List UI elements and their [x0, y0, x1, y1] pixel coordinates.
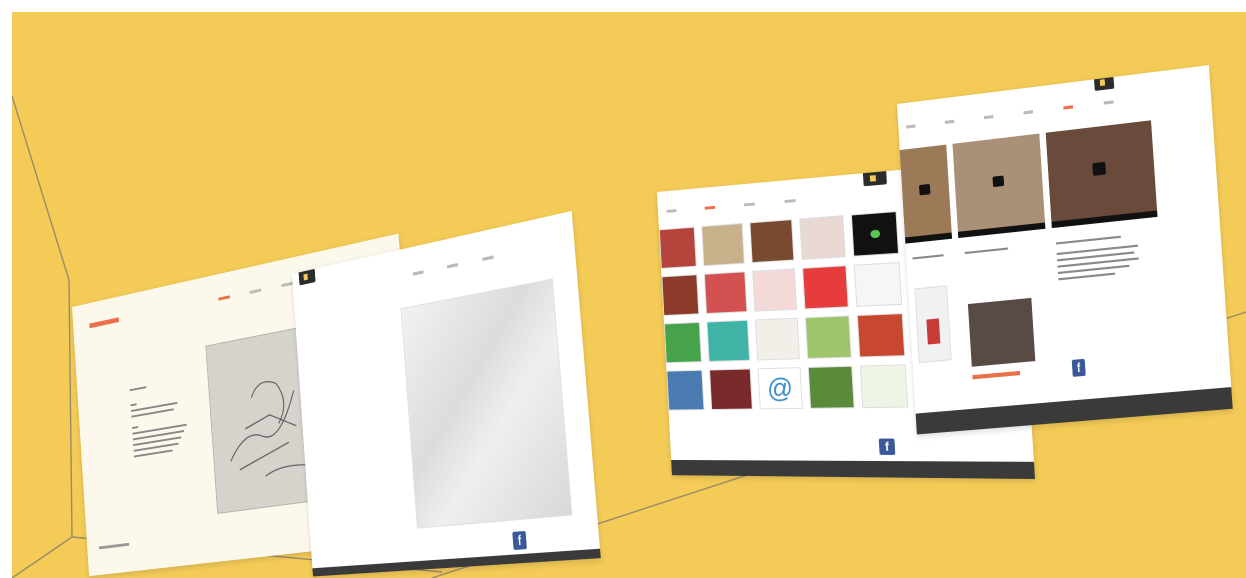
collage-thumb[interactable]	[749, 219, 795, 264]
collage-thumb[interactable]	[661, 274, 700, 316]
product-box-image	[914, 285, 952, 364]
facebook-login-label[interactable]	[1090, 362, 1091, 372]
nav-marker-2	[249, 288, 262, 294]
collage-thumb[interactable]	[799, 215, 846, 260]
nav-marker-6	[1103, 100, 1114, 105]
collage-thumb[interactable]	[859, 364, 909, 409]
green-light-glyph	[870, 229, 881, 239]
facebook-icon[interactable]: f	[512, 530, 527, 551]
collage-thumb[interactable]	[701, 222, 745, 267]
collage-thumb[interactable]	[709, 368, 753, 411]
collage-thumb[interactable]	[658, 226, 697, 269]
group-photo-image	[967, 297, 1036, 367]
nav-marker-1	[218, 295, 230, 301]
video-caption-3	[1055, 233, 1148, 284]
facebook-login-label[interactable]	[531, 534, 532, 544]
group-photo-caption	[972, 370, 1021, 380]
nav-marker-1	[906, 124, 916, 129]
facebook-login-row[interactable]: f	[1071, 358, 1091, 377]
at-sign-glyph: @	[766, 372, 794, 404]
facebook-login-row[interactable]: f	[878, 438, 902, 455]
video-thumb-3[interactable]	[1045, 120, 1158, 229]
nav-marker-2	[704, 205, 716, 210]
collage-thumb[interactable]	[663, 321, 702, 364]
showcase-scene: f f	[12, 12, 1246, 578]
nav-marker-1	[666, 209, 677, 213]
facebook-icon[interactable]: f	[1071, 358, 1086, 377]
nav-marker-2	[944, 119, 955, 124]
video-play-icon[interactable]	[918, 183, 931, 196]
collage-thumb[interactable]	[856, 313, 906, 358]
collage-thumb[interactable]	[703, 271, 748, 314]
nav-marker-3	[983, 114, 994, 120]
pill-label	[310, 271, 311, 280]
nav-marker-5	[1063, 105, 1074, 110]
nav-marker-3	[743, 202, 755, 207]
pill-label	[879, 173, 880, 182]
about-text-block	[129, 379, 189, 461]
nav-marker-2	[446, 262, 459, 269]
facebook-login-label[interactable]	[900, 442, 901, 451]
facebook-icon[interactable]: f	[878, 438, 896, 455]
website-panel-4: f	[897, 65, 1233, 435]
site-logo-label	[89, 317, 120, 329]
collage-thumb[interactable]	[754, 317, 800, 361]
nav-marker-3	[482, 255, 494, 262]
product-box-red-band	[926, 318, 941, 345]
facebook-login-row[interactable]: f	[512, 530, 532, 551]
pill-dot-icon	[303, 273, 308, 281]
collage-thumb[interactable]	[853, 261, 903, 308]
video-thumb-1[interactable]	[899, 144, 953, 244]
collage-thumb[interactable]	[752, 268, 798, 312]
collage-thumb[interactable]	[850, 211, 900, 257]
video-caption-2	[964, 247, 1013, 258]
pill-label	[1108, 77, 1109, 86]
footer-credit	[99, 542, 130, 550]
collage-thumb[interactable]: @	[757, 367, 803, 410]
nav-marker-4	[784, 199, 796, 203]
collage-grid: @	[658, 211, 909, 418]
collage-thumb[interactable]	[807, 365, 855, 409]
website-panel-2: f	[292, 210, 601, 577]
video-caption-1	[912, 254, 947, 264]
nav-marker-1	[412, 270, 424, 276]
crumpled-paper-image	[400, 278, 573, 529]
pill-dot-icon	[869, 174, 877, 182]
collage-thumb[interactable]	[802, 265, 849, 310]
collage-thumb[interactable]	[706, 319, 751, 362]
video-play-icon[interactable]	[992, 175, 1005, 188]
collage-thumb[interactable]	[804, 315, 852, 360]
video-thumb-2[interactable]	[952, 133, 1046, 239]
nav-marker-4	[1023, 110, 1034, 115]
video-play-icon[interactable]	[1092, 161, 1107, 176]
collage-thumb[interactable]	[666, 369, 705, 411]
pill-dot-icon	[1099, 79, 1106, 86]
